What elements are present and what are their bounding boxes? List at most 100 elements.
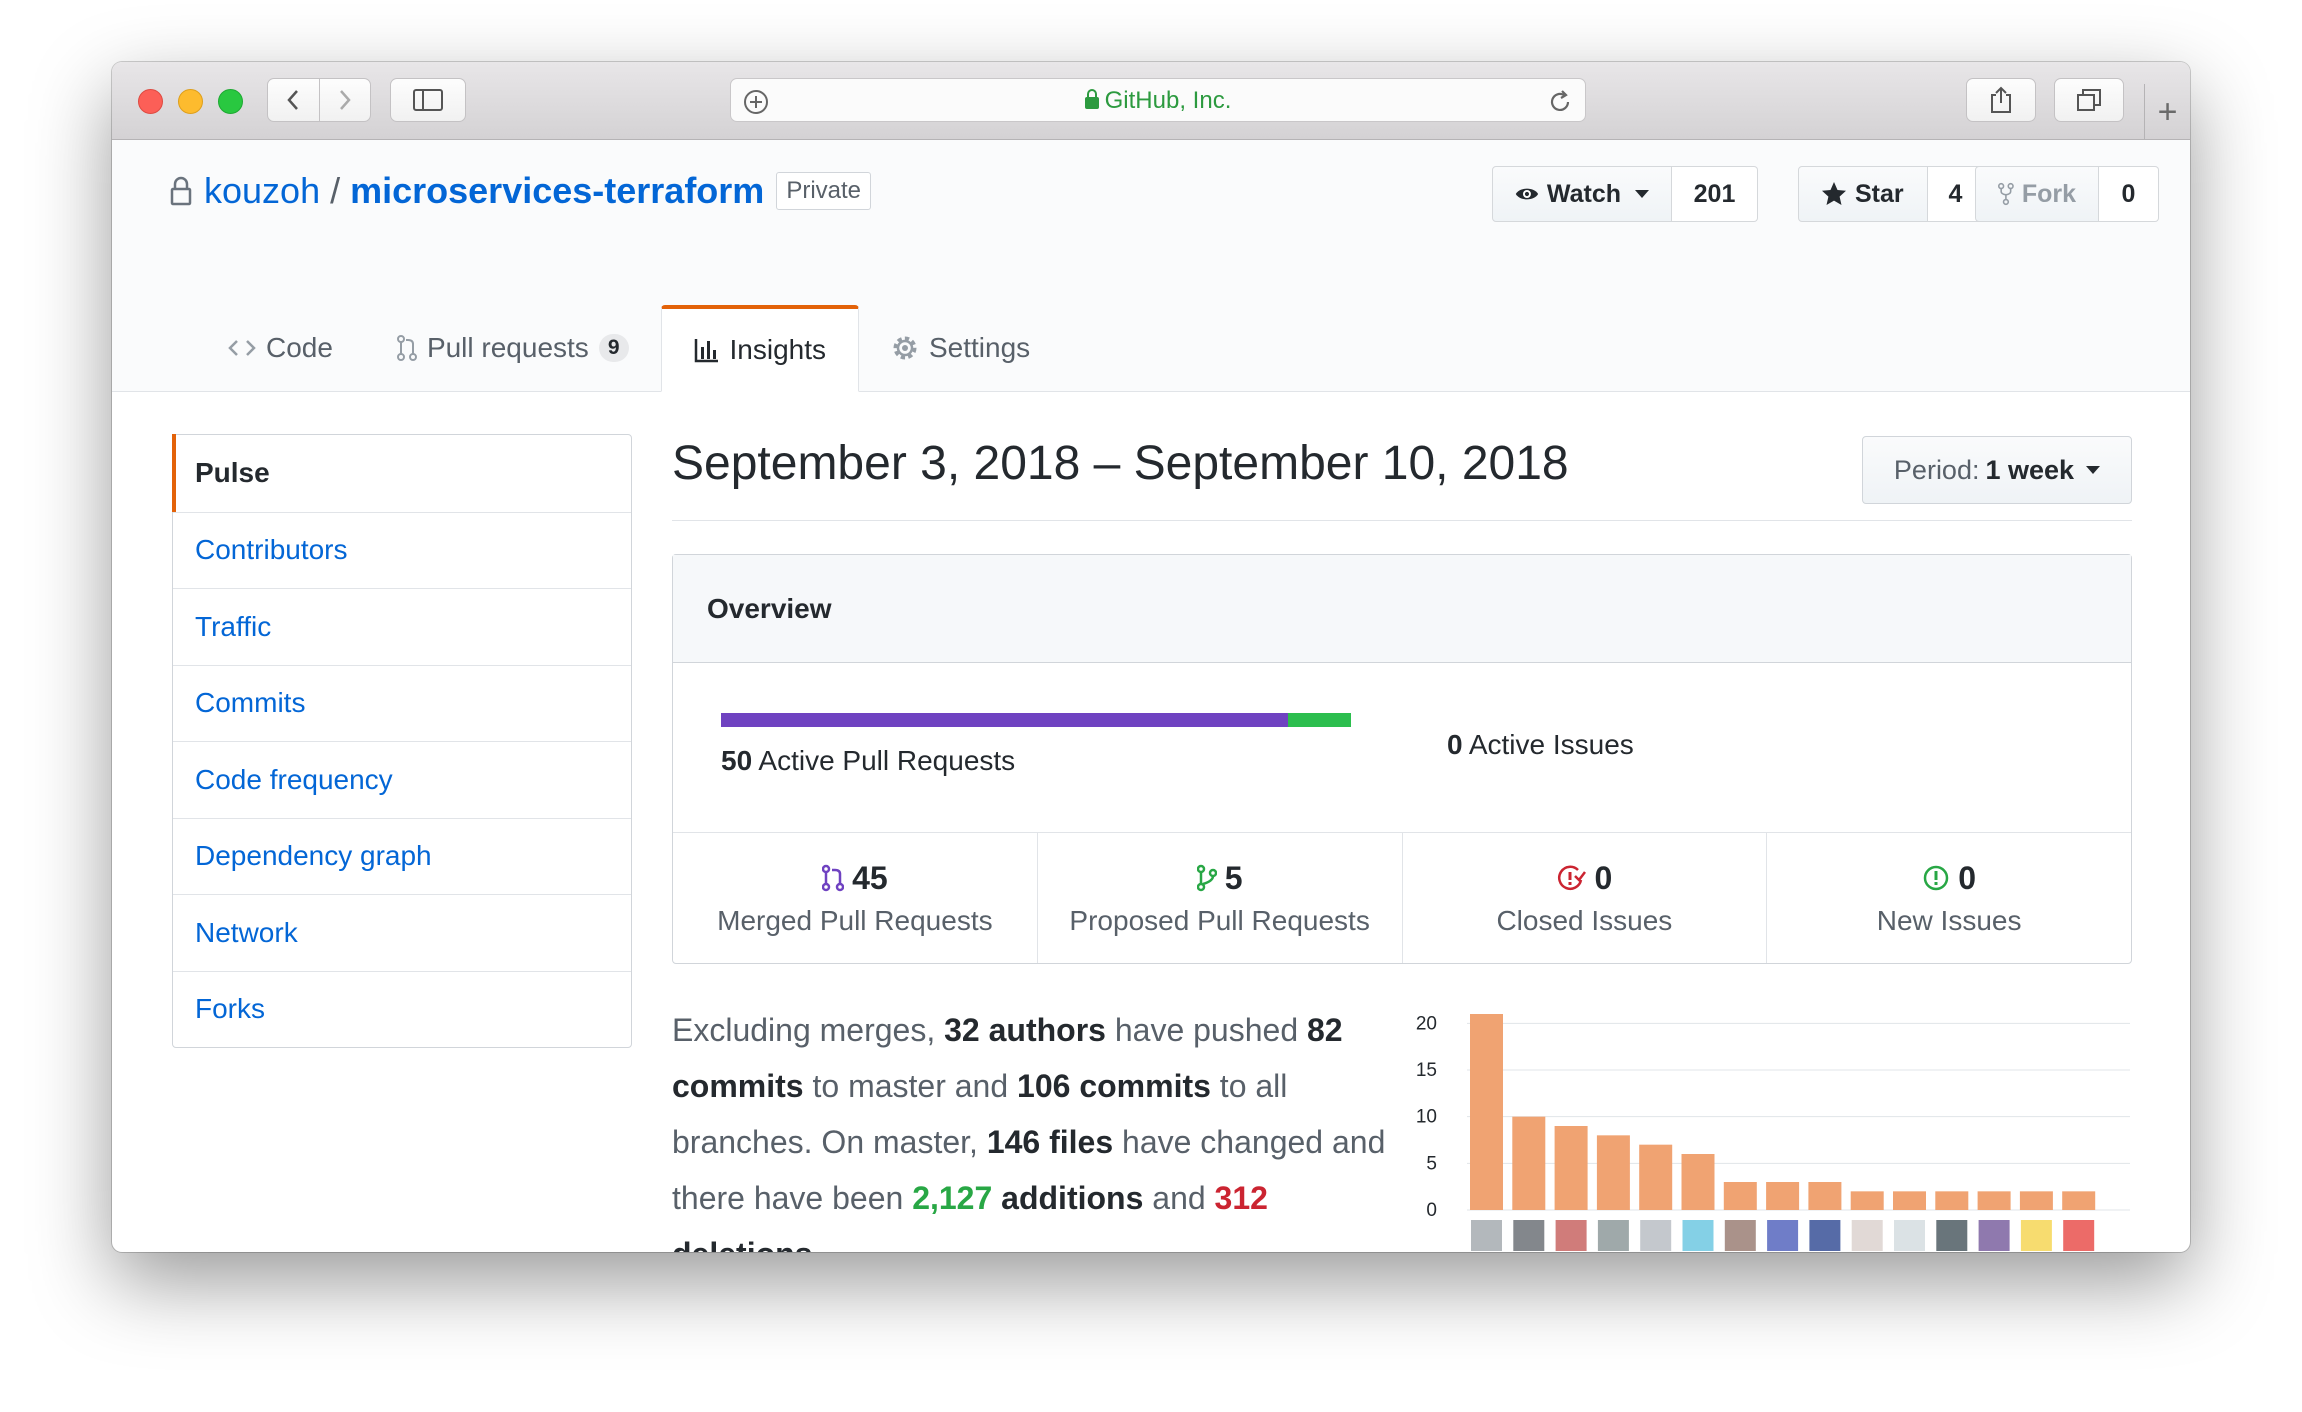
contributor-avatar[interactable]: [1767, 1220, 1799, 1251]
active-issues-link[interactable]: 0 Active Issues: [1447, 729, 1634, 761]
back-button[interactable]: [268, 79, 319, 121]
git-pull-request-icon: [1196, 864, 1217, 892]
tab-code-label: Code: [266, 332, 333, 363]
chart-bar[interactable]: [1639, 1144, 1673, 1210]
new-tab-button[interactable]: +: [2144, 84, 2190, 140]
contributor-avatar[interactable]: [1894, 1220, 1925, 1251]
additions-count: 2,127: [912, 1180, 993, 1216]
tab-settings[interactable]: Settings: [859, 305, 1062, 391]
merged-pull-requests-stat[interactable]: 45 Merged Pull Requests: [673, 833, 1037, 963]
contributor-avatar[interactable]: [1809, 1220, 1841, 1251]
chart-y-tick-label: 5: [1426, 1153, 1437, 1174]
close-window-button[interactable]: [138, 89, 163, 114]
overview-stats: 45 Merged Pull Requests 5 Proposed Pull …: [673, 833, 2131, 963]
contributor-avatar[interactable]: [2063, 1220, 2095, 1251]
share-button[interactable]: [1966, 78, 2036, 122]
tab-settings-label: Settings: [929, 332, 1031, 363]
sidebar-item-pulse[interactable]: Pulse: [172, 434, 631, 512]
watch-count[interactable]: 201: [1672, 166, 1758, 222]
contributor-avatar[interactable]: [1724, 1220, 1756, 1251]
summary-text: to master and: [803, 1068, 1018, 1104]
chevron-down-icon: [2086, 466, 2101, 474]
minimize-window-button[interactable]: [178, 89, 203, 114]
tab-pull-requests[interactable]: Pull requests 9: [365, 305, 661, 391]
divider: [672, 520, 2132, 521]
star-icon: [1822, 182, 1846, 205]
period-value: 1 week: [1985, 454, 2075, 485]
chart-y-tick-label: 15: [1416, 1060, 1437, 1081]
chart-y-tick-label: 10: [1416, 1107, 1437, 1128]
period-select[interactable]: Period: 1 week: [1862, 436, 2132, 504]
star-button[interactable]: Star: [1798, 166, 1928, 222]
sidebar-item-traffic[interactable]: Traffic: [173, 588, 631, 665]
repo-owner-link[interactable]: kouzoh: [204, 170, 320, 212]
chart-bar[interactable]: [1893, 1191, 1926, 1210]
chevron-right-icon: [340, 90, 351, 110]
contributor-avatar[interactable]: [1471, 1220, 1502, 1251]
open-segment: [1288, 713, 1351, 727]
chevron-left-icon: [287, 90, 299, 110]
chart-bar[interactable]: [1808, 1182, 1842, 1210]
chart-bar[interactable]: [1470, 1014, 1503, 1210]
chart-bar[interactable]: [1723, 1182, 1757, 1210]
reload-icon[interactable]: [1547, 89, 1573, 115]
new-issues-value: 0: [1958, 859, 1977, 896]
browser-window: GitHub, Inc. + kouzoh / microservices-te…: [112, 62, 2190, 1252]
new-issues-stat[interactable]: 0 New Issues: [1766, 833, 2131, 963]
chart-bar[interactable]: [1681, 1154, 1715, 1210]
address-bar[interactable]: GitHub, Inc.: [730, 78, 1586, 122]
history-nav: [267, 78, 371, 122]
contributor-avatar[interactable]: [1851, 1220, 1883, 1251]
fork-count[interactable]: 0: [2099, 166, 2159, 222]
sidebar-item-code-frequency[interactable]: Code frequency: [173, 741, 631, 818]
sidebar-item-forks[interactable]: Forks: [173, 970, 631, 1048]
contributor-avatar[interactable]: [1555, 1220, 1587, 1251]
contributor-avatar[interactable]: [1978, 1220, 2010, 1251]
sidebar-item-commits[interactable]: Commits: [173, 664, 631, 742]
tab-pull-requests-label: Pull requests: [426, 332, 589, 363]
closed-issues-label: Closed Issues: [1496, 904, 1673, 936]
sidebar-item-dependency-graph[interactable]: Dependency graph: [173, 817, 631, 895]
chart-bar[interactable]: [1935, 1191, 1969, 1210]
all-commits-count: 106 commits: [1017, 1068, 1211, 1104]
sidebar-item-network[interactable]: Network: [173, 894, 631, 971]
contributor-avatar[interactable]: [1682, 1220, 1714, 1251]
chart-bar[interactable]: [2019, 1191, 2053, 1210]
closed-issues-stat[interactable]: 0 Closed Issues: [1401, 833, 1767, 963]
summary-text: and: [1143, 1180, 1215, 1216]
contributor-avatar[interactable]: [1936, 1220, 1968, 1251]
tab-insights[interactable]: Insights: [660, 305, 859, 392]
forward-button[interactable]: [318, 79, 370, 121]
proposed-pull-requests-stat[interactable]: 5 Proposed Pull Requests: [1036, 833, 1402, 963]
active-pull-requests-link[interactable]: 50 Active Pull Requests: [721, 745, 1015, 777]
repo-title: kouzoh / microservices-terraform Private: [170, 170, 872, 212]
contributor-avatar[interactable]: [1513, 1220, 1545, 1251]
chart-bar[interactable]: [1766, 1182, 1800, 1210]
chevron-down-icon: [1635, 190, 1649, 198]
chart-bar[interactable]: [1554, 1126, 1588, 1210]
chart-bar[interactable]: [1977, 1191, 2011, 1210]
fork-label: Fork: [2021, 179, 2076, 208]
chart-y-tick-label: 0: [1426, 1200, 1437, 1221]
tab-code[interactable]: Code: [196, 305, 365, 391]
contributor-avatar[interactable]: [1597, 1220, 1629, 1251]
git-merge-icon: [822, 864, 845, 892]
contributor-avatar[interactable]: [2020, 1220, 2052, 1251]
zoom-window-button[interactable]: [218, 89, 243, 114]
sidebar-item-contributors[interactable]: Contributors: [173, 511, 631, 589]
contributor-avatar[interactable]: [1640, 1220, 1672, 1251]
pull-request-progress-bar: [721, 713, 1351, 727]
show-tabs-button[interactable]: [2054, 78, 2124, 122]
chart-bar[interactable]: [1850, 1191, 1884, 1210]
active-prs-count: 50: [721, 745, 753, 776]
chart-bar[interactable]: [1596, 1135, 1630, 1210]
watch-button[interactable]: Watch: [1492, 166, 1672, 222]
gear-icon: [893, 336, 917, 360]
chart-bar[interactable]: [1512, 1116, 1546, 1210]
show-sidebar-button[interactable]: [390, 78, 466, 122]
proposed-prs-label: Proposed Pull Requests: [1069, 904, 1370, 936]
url-text: GitHub, Inc.: [1104, 87, 1232, 114]
chart-bar[interactable]: [2062, 1191, 2096, 1210]
fork-button[interactable]: Fork: [1975, 166, 2099, 222]
repo-name-link[interactable]: microservices-terraform: [350, 170, 764, 212]
